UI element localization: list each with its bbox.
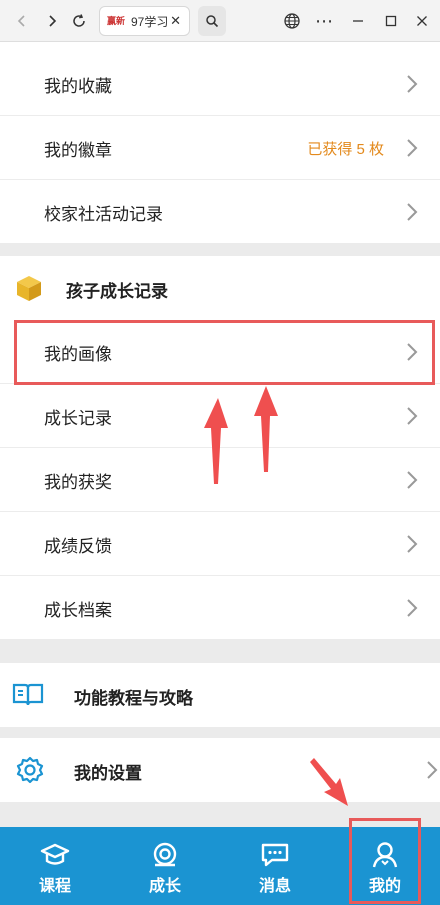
tab-label: 我的 — [368, 878, 401, 895]
badge-count: 已获得 5 枚 — [307, 140, 384, 158]
menu-item-activity[interactable]: 校家社活动记录 — [0, 180, 440, 244]
section-title: 孩子成长记录 — [66, 282, 168, 301]
menu-item-label: 我的获奖 — [44, 472, 112, 492]
more-icon[interactable]: ⋯ — [312, 9, 336, 33]
tutorial-section[interactable]: 功能教程与攻略 — [0, 663, 440, 727]
forward-icon[interactable] — [40, 9, 64, 33]
chevron-right-icon — [427, 761, 438, 779]
menu-item-label: 我的收藏 — [44, 76, 112, 96]
book-icon — [12, 683, 44, 706]
gear-icon — [16, 756, 44, 784]
tab-growth[interactable]: 成长 — [110, 827, 220, 905]
close-window-icon[interactable] — [410, 9, 434, 33]
growth-section: 孩子成长记录 我的画像 成长记录 我的获奖 成绩反馈 成长档案 — [0, 256, 440, 639]
chevron-right-icon — [407, 343, 418, 361]
site-logo-icon: 赢新 — [106, 16, 125, 26]
chevron-right-icon — [407, 407, 418, 425]
menu-item-label: 我的徽章 — [44, 140, 112, 160]
chevron-right-icon — [407, 471, 418, 489]
menu-item-label: 我的画像 — [44, 344, 112, 364]
settings-title: 我的设置 — [74, 764, 142, 783]
back-icon[interactable] — [10, 9, 34, 33]
minimize-icon[interactable] — [346, 9, 370, 33]
tab-courses[interactable]: 课程 — [0, 827, 110, 905]
menu-item-portrait[interactable]: 我的画像 — [0, 320, 440, 384]
menu-item-label: 成绩反馈 — [44, 536, 112, 556]
tutorial-title: 功能教程与攻略 — [74, 689, 193, 708]
menu-item-badges[interactable]: 我的徽章 已获得 5 枚 — [0, 116, 440, 180]
growth-section-header: 孩子成长记录 — [0, 256, 440, 320]
growth-icon — [153, 842, 177, 867]
menu-item-label: 校家社活动记录 — [44, 204, 163, 224]
chevron-right-icon — [407, 139, 418, 157]
chevron-right-icon — [407, 75, 418, 93]
maximize-icon[interactable] — [379, 9, 403, 33]
tab-close-icon[interactable]: ✕ — [170, 13, 181, 29]
globe-icon[interactable] — [280, 9, 304, 33]
tab-mine[interactable]: 我的 — [330, 827, 440, 905]
box-icon — [17, 276, 41, 301]
menu-item-label: 成长档案 — [44, 600, 112, 620]
message-icon — [261, 843, 289, 867]
menu-item-settings[interactable]: 我的设置 — [0, 738, 440, 802]
menu-item-growth-archive[interactable]: 成长档案 — [0, 576, 440, 640]
page-content: 我的收藏 我的徽章 已获得 5 枚 校家社活动记录 孩子成长记录 我的画像 成长… — [0, 42, 440, 827]
search-icon[interactable] — [198, 6, 226, 36]
chevron-right-icon — [407, 535, 418, 553]
reload-icon[interactable] — [67, 9, 91, 33]
tab-label: 课程 — [38, 878, 71, 895]
menu-item-favorites[interactable]: 我的收藏 — [0, 52, 440, 116]
menu-item-label: 成长记录 — [44, 408, 112, 428]
browser-tab[interactable]: 赢新 97学习 ✕ — [99, 6, 190, 36]
bottom-tab-bar: 课程 成长 消息 我的 — [0, 827, 440, 905]
chevron-right-icon — [407, 203, 418, 221]
menu-item-grades-feedback[interactable]: 成绩反馈 — [0, 512, 440, 576]
account-menu-group: 我的收藏 我的徽章 已获得 5 枚 校家社活动记录 — [0, 42, 440, 243]
user-icon — [372, 842, 398, 868]
tab-label: 消息 — [258, 878, 291, 895]
tab-label: 成长 — [148, 878, 181, 895]
tab-title: 97学习 — [131, 14, 167, 29]
tab-messages[interactable]: 消息 — [220, 827, 330, 905]
chevron-right-icon — [407, 599, 418, 617]
menu-item-growth-record[interactable]: 成长记录 — [0, 384, 440, 448]
graduation-cap-icon — [40, 843, 70, 865]
menu-item-awards[interactable]: 我的获奖 — [0, 448, 440, 512]
browser-toolbar: 赢新 97学习 ✕ ⋯ — [0, 0, 440, 42]
